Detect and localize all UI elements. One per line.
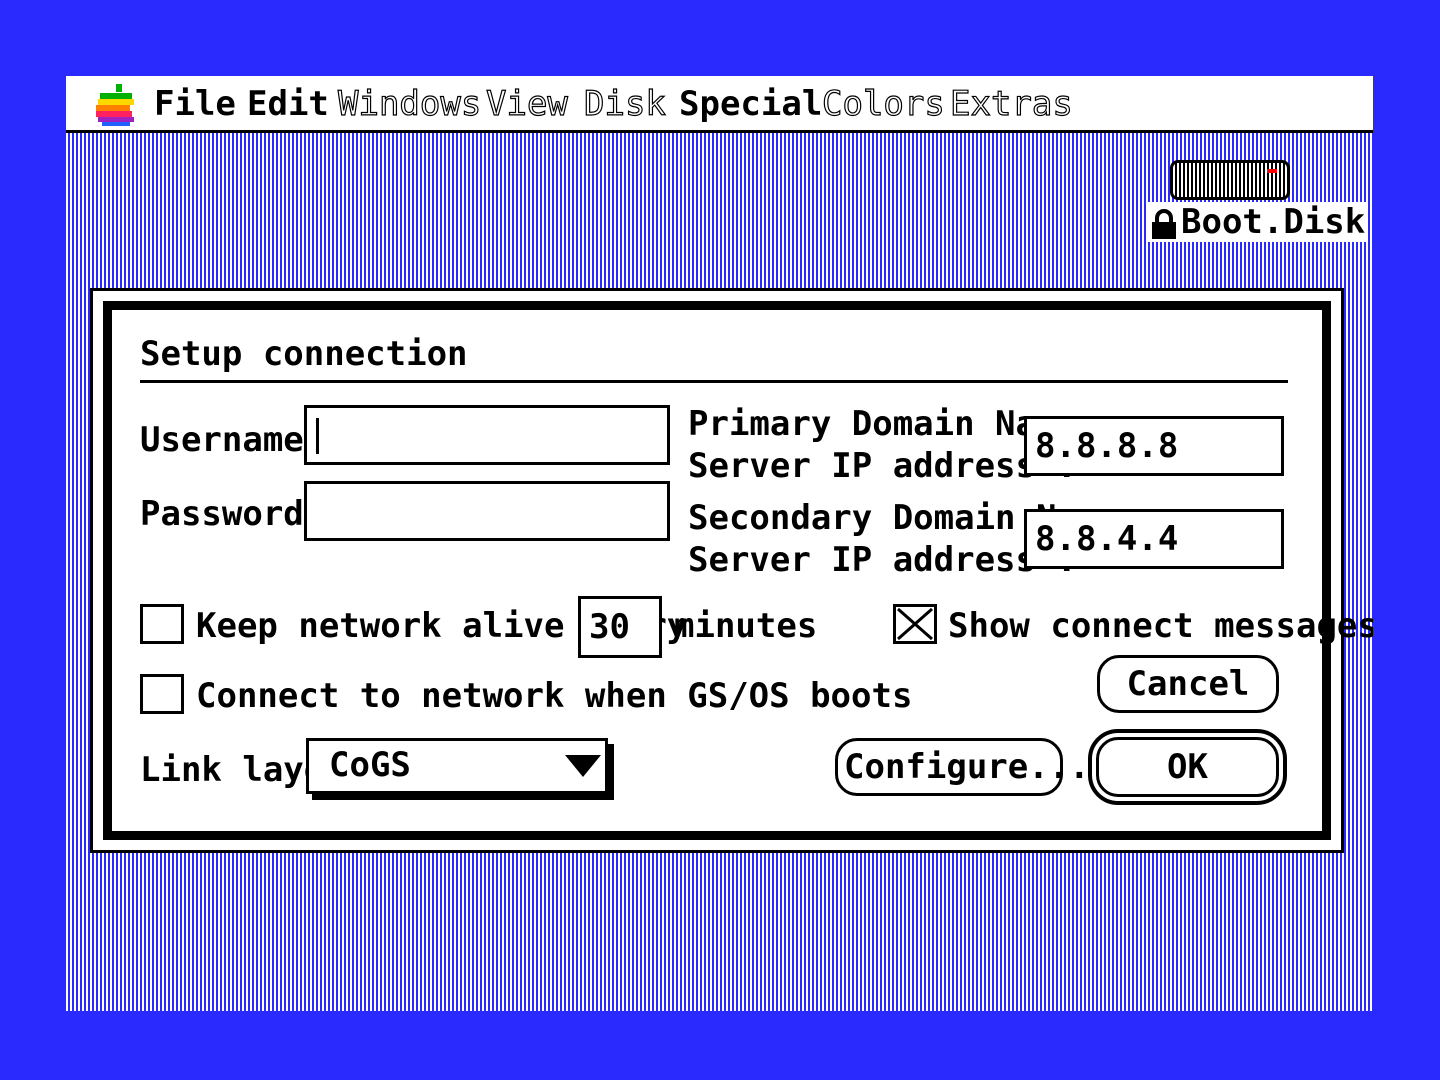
configure-button[interactable]: Configure... (835, 738, 1090, 796)
boot-disk-label[interactable]: Boot.Disk (1147, 202, 1368, 242)
setup-connection-dialog: Setup connection Username: Password: Pri… (90, 288, 1373, 853)
menu-file[interactable]: File (154, 84, 236, 124)
connect-on-boot-label: Connect to network when GS/OS boots (196, 676, 913, 716)
minutes-label: minutes (674, 606, 818, 646)
show-messages-label: Show connect messages (948, 606, 1373, 646)
lock-icon (1152, 208, 1176, 239)
dialog-title: Setup connection (140, 334, 468, 374)
link-layer-popup[interactable]: CoGS (306, 738, 608, 794)
menu-view[interactable]: View (485, 83, 568, 124)
menu-special[interactable]: Special (679, 84, 822, 124)
password-input[interactable] (304, 481, 670, 541)
menu-disk[interactable]: Disk (583, 83, 666, 124)
menu-edit[interactable]: Edit (247, 84, 329, 124)
username-label: Username: (140, 420, 325, 460)
text-cursor (316, 418, 319, 454)
boot-disk-icon[interactable] (1170, 160, 1290, 200)
password-label: Password: (140, 494, 325, 534)
checkbox-x-mark (897, 607, 933, 641)
secondary-dns-input[interactable] (1024, 509, 1284, 569)
menu-colors[interactable]: Colors (821, 83, 945, 124)
menu-extras[interactable]: Extras (949, 83, 1073, 124)
popup-arrow-icon (565, 755, 601, 777)
primary-dns-label-line2: Server IP address : (688, 446, 1077, 486)
connect-on-boot-checkbox[interactable] (140, 674, 184, 714)
apple-menu-icon[interactable] (96, 84, 136, 126)
username-input[interactable] (304, 405, 670, 465)
title-divider (140, 380, 1288, 383)
keep-alive-minutes-input[interactable] (578, 596, 662, 658)
disk-activity-led (1267, 169, 1277, 173)
primary-dns-label-line1: Primary Domain Name (688, 404, 1077, 444)
primary-dns-input[interactable] (1024, 416, 1284, 476)
menu-windows[interactable]: Windows (337, 83, 481, 124)
menu-bar: File Edit Windows View Disk Special Colo… (66, 76, 1373, 133)
disk-name: Boot.Disk (1181, 202, 1366, 242)
link-layer-value: CoGS (329, 745, 411, 785)
dialog-frame: Setup connection Username: Password: Pri… (103, 301, 1373, 840)
show-messages-checkbox[interactable] (893, 604, 937, 644)
ok-button[interactable]: OK (1096, 737, 1279, 797)
secondary-dns-label-line2: Server IP address : (688, 540, 1077, 580)
desktop: File Edit Windows View Disk Special Colo… (66, 76, 1373, 1011)
keep-alive-checkbox[interactable] (140, 604, 184, 644)
cancel-button[interactable]: Cancel (1097, 655, 1279, 713)
